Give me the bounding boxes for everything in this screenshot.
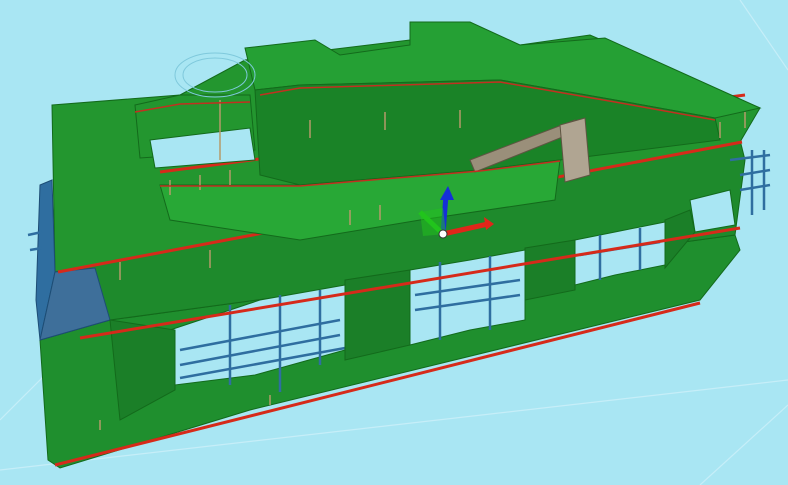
gizmo-center[interactable] — [438, 229, 448, 239]
3d-viewport[interactable] — [0, 0, 788, 485]
model-scene[interactable] — [0, 0, 788, 485]
